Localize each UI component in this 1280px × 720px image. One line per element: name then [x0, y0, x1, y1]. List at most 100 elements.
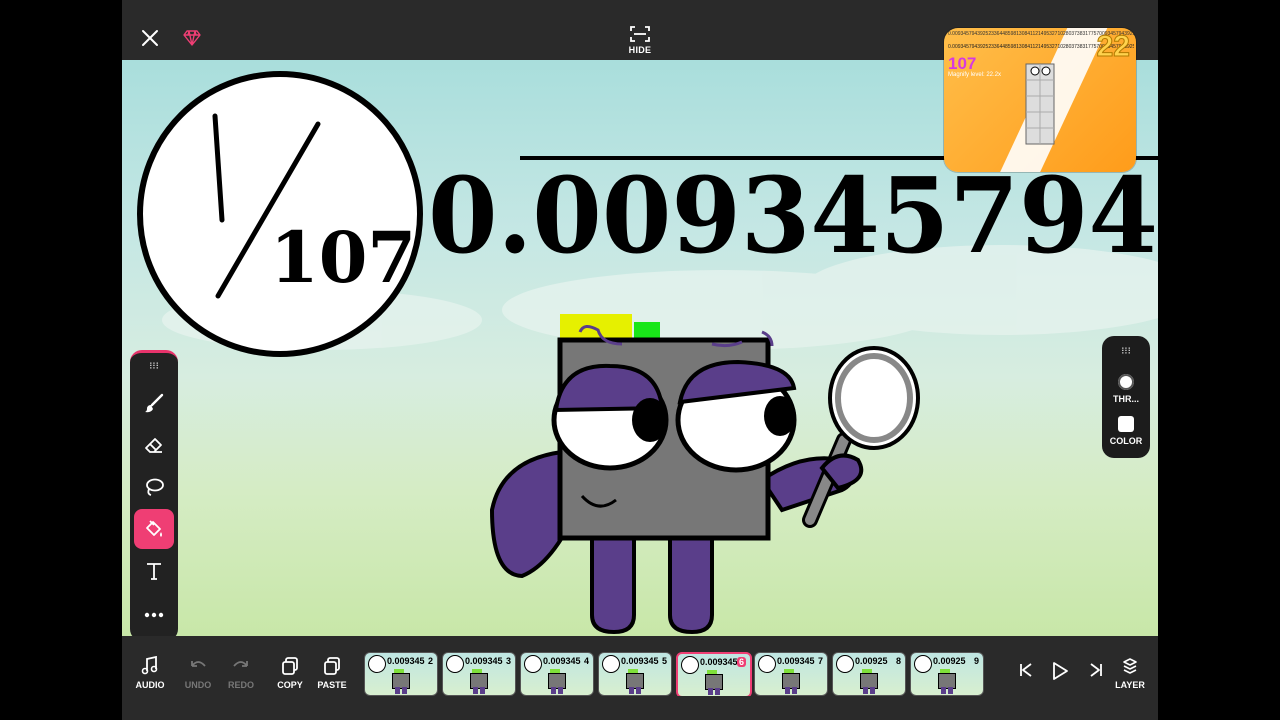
settings-grip-icon[interactable]: ⁝⁝⁝	[1114, 346, 1138, 357]
frame-number-text: 0.009345	[621, 656, 659, 666]
frame-fraction-icon	[836, 655, 854, 673]
color-swatch[interactable]	[1118, 416, 1134, 432]
fraction-denominator: 107	[270, 216, 416, 299]
music-note-icon	[141, 656, 158, 675]
frame-character-leg	[395, 687, 400, 694]
frame-fraction-icon	[368, 655, 386, 673]
frame-character-leg	[715, 688, 720, 695]
frame-index: 2	[427, 656, 433, 666]
hide-button[interactable]: HIDE	[616, 22, 664, 58]
color-label: COLOR	[1109, 436, 1143, 446]
premium-button[interactable]	[180, 26, 204, 50]
frame-index: 8	[895, 656, 901, 666]
frame-character-leg	[785, 687, 790, 694]
preview-number: 107	[948, 54, 977, 73]
lasso-tool[interactable]	[134, 467, 174, 507]
layers-icon	[1123, 658, 1137, 674]
animation-app: HIDE 107 0.009345794 0.00934579439252336…	[122, 0, 1158, 720]
gem-icon	[183, 30, 201, 46]
decimal-value: 0.009345794	[428, 154, 1158, 277]
frame-number-text: 0.009345	[777, 656, 815, 666]
frame-fraction-icon	[446, 655, 464, 673]
redo-icon	[233, 661, 248, 667]
frame-thumbnail[interactable]: 0.009345 4	[520, 652, 594, 696]
frame-fraction-icon	[681, 656, 699, 674]
thickness-label: THR...	[1113, 394, 1139, 404]
undo-button[interactable]: UNDO	[178, 656, 218, 704]
play-button[interactable]	[1040, 660, 1080, 708]
frame-fraction-icon	[524, 655, 542, 673]
more-tool[interactable]	[134, 595, 174, 635]
paste-button[interactable]: PASTE	[312, 656, 352, 704]
frame-number-text: 0.009345	[387, 656, 425, 666]
frame-character-leg	[636, 687, 641, 694]
fill-tool[interactable]	[134, 509, 174, 549]
frame-thumbnail[interactable]: 0.00925 8	[832, 652, 906, 696]
copy-icon	[282, 657, 298, 675]
frame-thumbnail[interactable]: 0.009345 2	[364, 652, 438, 696]
frame-thumbnail[interactable]: 0.009345 5	[598, 652, 672, 696]
redo-button[interactable]: REDO	[221, 656, 261, 704]
preview-character	[1025, 63, 1055, 145]
brush-icon	[145, 393, 164, 413]
frame-index: 4	[583, 656, 589, 666]
frame-number-text: 0.00925	[933, 656, 966, 666]
frame-character-leg	[558, 687, 563, 694]
frame-thumbnail[interactable]: 0.009345 6	[676, 652, 752, 696]
bottom-bar: AUDIO UNDO REDO COPY PASTE 0.009345 2 0.…	[122, 636, 1158, 720]
close-button[interactable]	[136, 24, 164, 52]
play-icon	[1053, 662, 1068, 680]
frame-filmstrip[interactable]: 0.009345 2 0.009345 3 0.009345 4 0.009345 5 0.00…	[364, 652, 994, 696]
frame-character-leg	[402, 687, 407, 694]
paint-bucket-icon	[146, 520, 162, 537]
undo-icon	[191, 661, 206, 667]
frame-index: 9	[973, 656, 979, 666]
text-icon	[147, 563, 161, 580]
frame-index: 6	[736, 657, 746, 667]
frame-thumbnail[interactable]: 0.009345 3	[442, 652, 516, 696]
frame-number-text: 0.009345	[465, 656, 503, 666]
frame-character-leg	[551, 687, 556, 694]
skip-forward-icon	[1090, 663, 1102, 677]
more-icon	[144, 612, 164, 618]
lasso-icon	[146, 478, 164, 496]
frame-fraction-icon	[602, 655, 620, 673]
frame-character-leg	[863, 687, 868, 694]
frame-thumbnail[interactable]: 0.00925 9	[910, 652, 984, 696]
copy-label: COPY	[277, 680, 303, 690]
text-tool[interactable]	[134, 551, 174, 591]
frame-number-text: 0.009345	[543, 656, 581, 666]
paste-label: PASTE	[317, 680, 347, 690]
frame-index: 3	[505, 656, 511, 666]
frame-fraction-icon	[914, 655, 932, 673]
layer-button[interactable]: LAYER	[1110, 656, 1150, 704]
hide-icon	[630, 26, 650, 42]
fraction-circle	[137, 71, 423, 357]
frame-index: 5	[661, 656, 667, 666]
preview-big-number: 22	[1096, 30, 1130, 64]
audio-button[interactable]: AUDIO	[130, 656, 170, 704]
audio-label: AUDIO	[135, 680, 165, 690]
thickness-icon[interactable]	[1118, 374, 1134, 390]
copy-button[interactable]: COPY	[270, 656, 310, 704]
eraser-icon	[145, 438, 162, 453]
frame-character-leg	[708, 688, 713, 695]
numberblock-character	[489, 314, 920, 635]
brush-settings-palette: ⁝⁝⁝ THR... COLOR	[1102, 336, 1150, 458]
hide-label: HIDE	[628, 45, 652, 55]
frame-number-text: 0.00925	[855, 656, 888, 666]
eraser-tool[interactable]	[134, 425, 174, 465]
undo-label: UNDO	[184, 680, 212, 690]
redo-label: REDO	[227, 680, 254, 690]
frame-character-leg	[629, 687, 634, 694]
palette-grip-icon[interactable]: ⁝⁝⁝	[142, 361, 166, 372]
video-preview[interactable]: 0.00934579439252336448598130841121495327…	[944, 28, 1136, 172]
frame-fraction-icon	[758, 655, 776, 673]
skip-back-icon	[1020, 663, 1032, 677]
frame-character-leg	[941, 687, 946, 694]
frame-character-leg	[792, 687, 797, 694]
preview-magnify-text: Magnify level: 22.2x	[948, 72, 1002, 78]
frame-index: 7	[817, 656, 823, 666]
brush-tool[interactable]	[134, 383, 174, 423]
frame-thumbnail[interactable]: 0.009345 7	[754, 652, 828, 696]
